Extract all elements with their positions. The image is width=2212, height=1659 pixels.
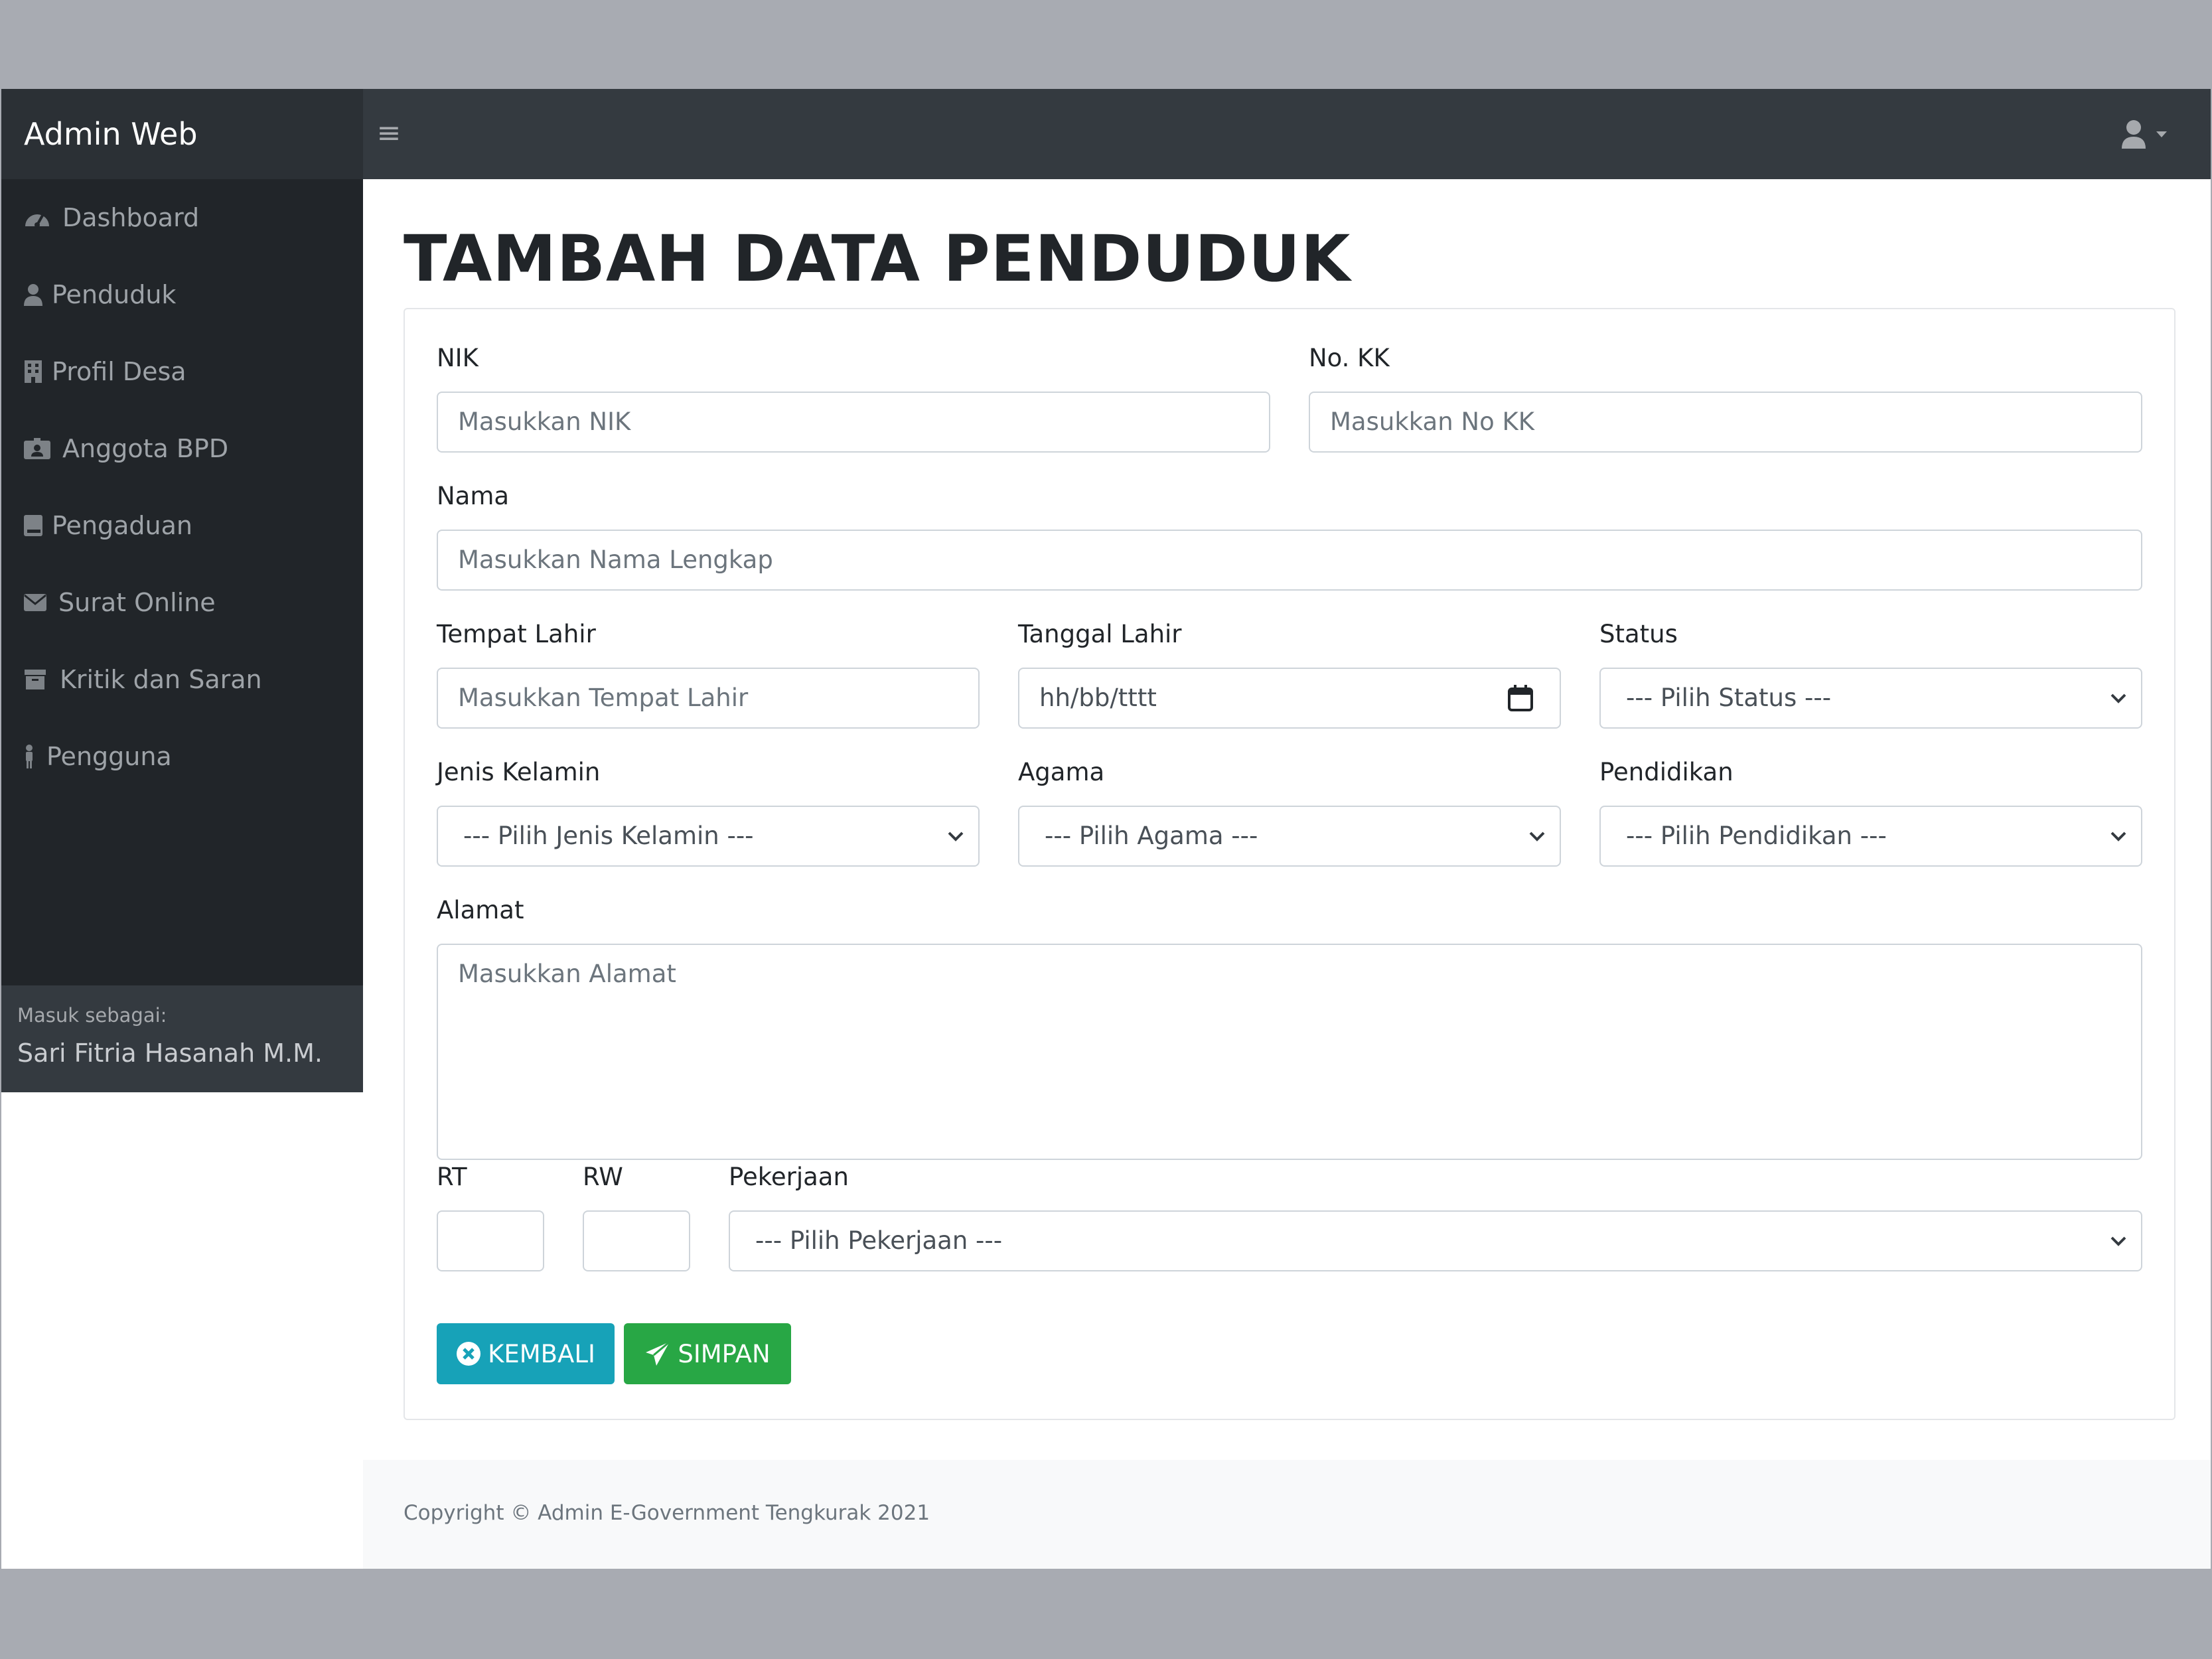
- sidebar-item-pengguna[interactable]: Pengguna: [1, 718, 363, 795]
- tempat-lahir-input[interactable]: Masukkan Tempat Lahir: [437, 668, 980, 729]
- sidebar-item-dashboard[interactable]: Dashboard: [1, 179, 363, 256]
- pendidikan-select[interactable]: --- Pilih Pendidikan ---: [1599, 806, 2142, 867]
- sidebar-item-label: Penduduk: [52, 280, 177, 309]
- hamburger-icon[interactable]: ≡: [376, 117, 402, 150]
- date-placeholder: hh/bb/tttt: [1039, 684, 1157, 712]
- rt-input[interactable]: [437, 1210, 544, 1271]
- sidebar-item-label: Pengguna: [46, 742, 172, 771]
- chevron-down-icon: [2110, 693, 2126, 703]
- app-frame: Admin Web ≡ Dashboard Penduduk Profil De…: [1, 89, 2211, 1569]
- tanggal-lahir-label: Tanggal Lahir: [1018, 620, 1182, 648]
- agama-select[interactable]: --- Pilih Agama ---: [1018, 806, 1561, 867]
- id-badge-icon: [24, 435, 50, 462]
- sidebar-item-label: Dashboard: [62, 203, 200, 232]
- agama-label: Agama: [1018, 758, 1105, 786]
- status-select[interactable]: --- Pilih Status ---: [1599, 668, 2142, 729]
- times-circle-icon: [456, 1341, 481, 1366]
- rw-label: RW: [583, 1163, 623, 1191]
- sidebar-item-label: Anggota BPD: [62, 434, 229, 463]
- pendidikan-label: Pendidikan: [1599, 758, 1733, 786]
- user-icon: [2122, 120, 2167, 149]
- tachometer-icon: [24, 204, 50, 231]
- calendar-icon[interactable]: [1508, 685, 1533, 711]
- sidebar-item-label: Kritik dan Saran: [60, 665, 262, 694]
- sidebar-item-label: Profil Desa: [52, 357, 186, 386]
- archive-icon: [24, 666, 46, 693]
- sidebar-item-anggota-bpd[interactable]: Anggota BPD: [1, 410, 363, 487]
- alamat-textarea[interactable]: Masukkan Alamat: [437, 944, 2142, 1160]
- agama-selected: --- Pilih Agama ---: [1045, 822, 1258, 850]
- alamat-label: Alamat: [437, 896, 524, 924]
- no-kk-label: No. KK: [1309, 344, 1390, 372]
- jenis-kelamin-selected: --- Pilih Jenis Kelamin ---: [463, 822, 754, 850]
- back-button-label: KEMBALI: [488, 1339, 595, 1368]
- jenis-kelamin-label: Jenis Kelamin: [437, 758, 601, 786]
- copyright-text: Copyright © Admin E-Government Tengkurak…: [404, 1501, 930, 1525]
- no-kk-input[interactable]: Masukkan No KK: [1309, 392, 2142, 453]
- chevron-down-icon: [1529, 831, 1545, 841]
- pekerjaan-label: Pekerjaan: [729, 1163, 849, 1191]
- chevron-down-icon: [2110, 831, 2126, 841]
- book-icon: [24, 512, 42, 539]
- sidebar-item-label: Surat Online: [58, 588, 216, 617]
- sidebar-item-pengaduan[interactable]: Pengaduan: [1, 487, 363, 564]
- status-label: Status: [1599, 620, 1678, 648]
- building-icon: [24, 358, 42, 385]
- page-title: TAMBAH DATA PENDUDUK: [404, 222, 1351, 296]
- paper-plane-icon: [644, 1340, 671, 1367]
- tanggal-lahir-input[interactable]: hh/bb/tttt: [1018, 668, 1561, 729]
- jenis-kelamin-select[interactable]: --- Pilih Jenis Kelamin ---: [437, 806, 980, 867]
- nama-label: Nama: [437, 482, 510, 510]
- nama-input[interactable]: Masukkan Nama Lengkap: [437, 530, 2142, 591]
- logged-in-user: Sari Fitria Hasanah M.M.: [17, 1039, 323, 1068]
- page-footer: Copyright © Admin E-Government Tengkurak…: [363, 1460, 2211, 1569]
- nik-label: NIK: [437, 344, 479, 372]
- sidebar-item-kritik-dan-saran[interactable]: Kritik dan Saran: [1, 641, 363, 718]
- brand-title[interactable]: Admin Web: [1, 89, 363, 179]
- sidebar: Dashboard Penduduk Profil Desa Anggota B…: [1, 179, 363, 1092]
- chevron-down-icon: [2110, 1236, 2126, 1246]
- top-navbar: Admin Web ≡: [1, 89, 2211, 179]
- back-button[interactable]: KEMBALI: [437, 1323, 615, 1384]
- sidebar-item-label: Pengaduan: [52, 511, 193, 540]
- nik-input[interactable]: Masukkan NIK: [437, 392, 1270, 453]
- user-icon: [24, 281, 42, 308]
- chevron-down-icon: [948, 831, 964, 841]
- form-card: NIK Masukkan NIK No. KK Masukkan No KK N…: [404, 308, 2175, 1420]
- male-icon: [24, 743, 35, 770]
- rw-input[interactable]: [583, 1210, 690, 1271]
- save-button[interactable]: SIMPAN: [624, 1323, 791, 1384]
- rt-label: RT: [437, 1163, 467, 1191]
- sidebar-item-surat-online[interactable]: Surat Online: [1, 564, 363, 641]
- user-menu-button[interactable]: [2122, 118, 2175, 151]
- logged-in-caption: Masuk sebagai:: [17, 1004, 167, 1027]
- pekerjaan-select[interactable]: --- Pilih Pekerjaan ---: [729, 1210, 2142, 1271]
- pekerjaan-selected: --- Pilih Pekerjaan ---: [755, 1226, 1003, 1255]
- sidebar-footer: Masuk sebagai: Sari Fitria Hasanah M.M.: [1, 985, 363, 1092]
- sidebar-item-penduduk[interactable]: Penduduk: [1, 256, 363, 333]
- status-selected: --- Pilih Status ---: [1626, 684, 1832, 712]
- sidebar-item-profil-desa[interactable]: Profil Desa: [1, 333, 363, 410]
- pendidikan-selected: --- Pilih Pendidikan ---: [1626, 822, 1887, 850]
- save-button-label: SIMPAN: [678, 1339, 771, 1368]
- tempat-lahir-label: Tempat Lahir: [437, 620, 596, 648]
- envelope-icon: [24, 589, 46, 616]
